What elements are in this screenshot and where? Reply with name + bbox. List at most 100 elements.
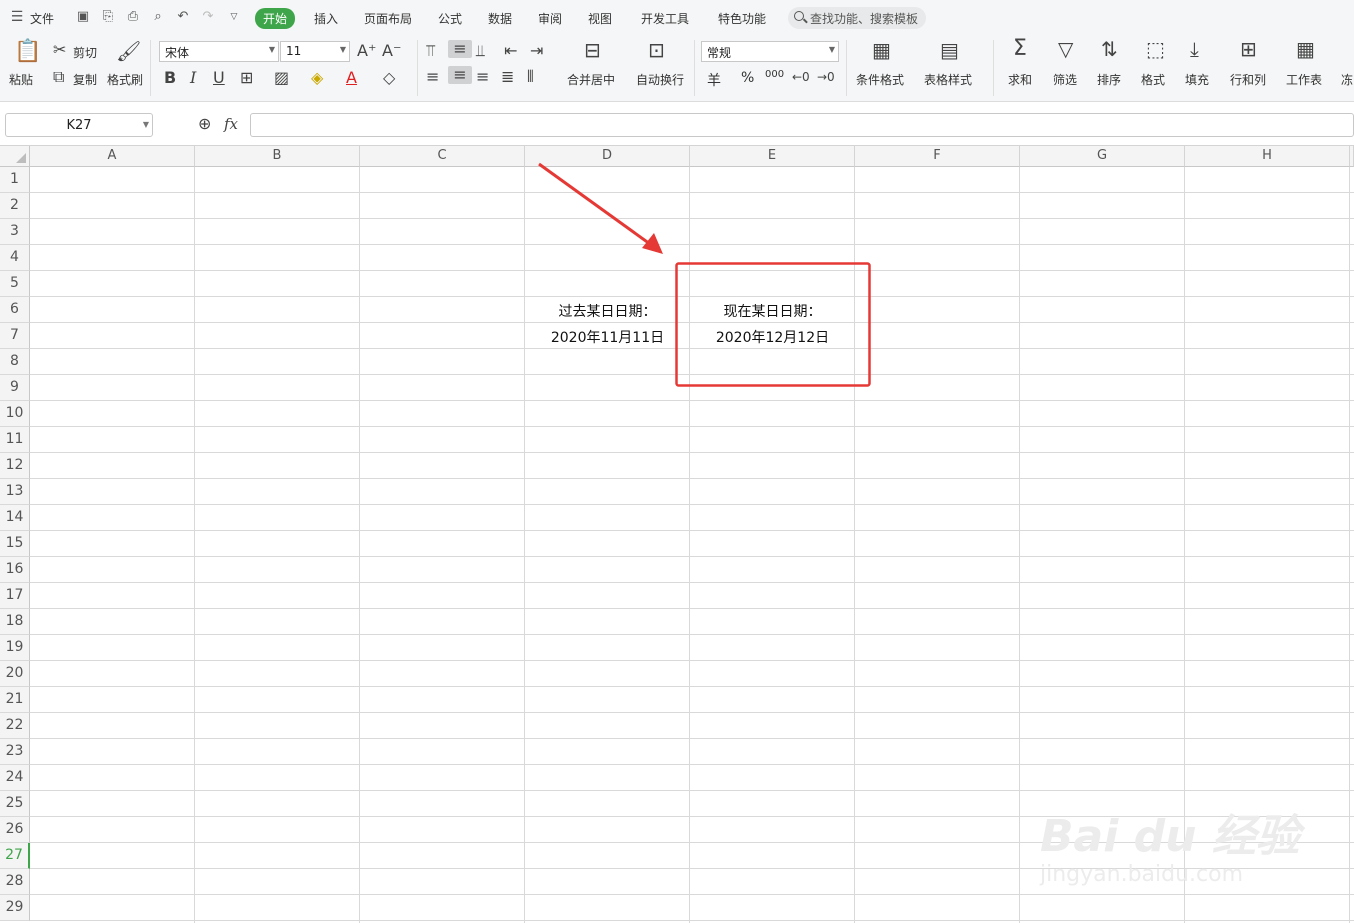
- increase-decimal-icon[interactable]: ←0: [792, 68, 810, 86]
- row-header-18[interactable]: 18: [0, 609, 30, 635]
- tab-formulas[interactable]: 公式: [438, 10, 462, 27]
- row-header-10[interactable]: 10: [0, 401, 30, 427]
- tab-data[interactable]: 数据: [488, 10, 512, 27]
- sum-icon[interactable]: Σ: [1013, 38, 1027, 60]
- conditional-format-button[interactable]: 条件格式: [856, 71, 904, 88]
- tab-review[interactable]: 审阅: [538, 10, 562, 27]
- format-button[interactable]: 格式: [1141, 71, 1165, 88]
- file-menu[interactable]: 文件: [30, 10, 54, 27]
- row-header-8[interactable]: 8: [0, 349, 30, 375]
- row-header-5[interactable]: 5: [0, 271, 30, 297]
- align-bottom-icon[interactable]: ⫫: [476, 42, 485, 60]
- copy-button[interactable]: 复制: [73, 71, 97, 88]
- search-box[interactable]: 查找功能、搜索模板: [788, 7, 926, 29]
- align-top-icon[interactable]: ⫪: [426, 42, 435, 60]
- print-icon[interactable]: ⎙: [126, 10, 140, 24]
- paste-icon[interactable]: 📋: [14, 40, 41, 64]
- row-header-9[interactable]: 9: [0, 375, 30, 401]
- wrap-text-icon[interactable]: ⊡: [648, 40, 665, 60]
- align-middle-icon[interactable]: ≡: [448, 40, 472, 58]
- name-box[interactable]: K27 ▼: [5, 113, 153, 137]
- decrease-indent-icon[interactable]: ⇤: [504, 42, 517, 60]
- row-header-7[interactable]: 7: [0, 323, 30, 349]
- merge-center-icon[interactable]: ⊟: [584, 40, 601, 60]
- decrease-font-icon[interactable]: A⁻: [382, 42, 401, 60]
- format-icon[interactable]: ⬚: [1146, 39, 1165, 59]
- print-preview-icon[interactable]: ⌕: [151, 10, 165, 24]
- customize-chevron-icon[interactable]: ▽: [227, 10, 241, 24]
- sort-icon[interactable]: ⇅: [1101, 39, 1118, 59]
- row-header-13[interactable]: 13: [0, 479, 30, 505]
- row-col-button[interactable]: 行和列: [1230, 71, 1266, 88]
- distributed-icon[interactable]: ⫴: [527, 68, 534, 86]
- worksheet-button[interactable]: 工作表: [1286, 71, 1322, 88]
- scissors-icon[interactable]: ✂: [53, 41, 66, 59]
- underline-button[interactable]: U: [213, 69, 225, 87]
- number-format-select[interactable]: 常规 ▼: [701, 41, 839, 62]
- tab-insert[interactable]: 插入: [314, 10, 338, 27]
- table-style-icon[interactable]: ▤: [940, 40, 959, 60]
- column-header-G[interactable]: G: [1020, 146, 1185, 167]
- row-header-3[interactable]: 3: [0, 219, 30, 245]
- column-header-B[interactable]: B: [195, 146, 360, 167]
- row-header-15[interactable]: 15: [0, 531, 30, 557]
- wrap-text-button[interactable]: 自动换行: [636, 71, 684, 88]
- row-header-12[interactable]: 12: [0, 453, 30, 479]
- currency-button[interactable]: 羊: [707, 70, 721, 90]
- tab-home[interactable]: 开始: [255, 8, 296, 29]
- align-center-icon[interactable]: ≡: [448, 66, 472, 84]
- row-header-26[interactable]: 26: [0, 817, 30, 843]
- column-header-H[interactable]: H: [1185, 146, 1350, 167]
- align-right-icon[interactable]: ≡: [476, 68, 489, 86]
- row-header-4[interactable]: 4: [0, 245, 30, 271]
- row-header-11[interactable]: 11: [0, 427, 30, 453]
- row-header-6[interactable]: 6: [0, 297, 30, 323]
- cut-button[interactable]: 剪切: [73, 44, 97, 61]
- export-icon[interactable]: ⎘: [101, 10, 115, 24]
- justify-icon[interactable]: ≣: [501, 68, 514, 86]
- row-header-21[interactable]: 21: [0, 687, 30, 713]
- undo-icon[interactable]: ↶: [176, 10, 190, 24]
- zoom-icon[interactable]: ⊕: [198, 115, 211, 133]
- copy-icon[interactable]: ⧉: [53, 68, 64, 86]
- sum-button[interactable]: 求和: [1008, 71, 1032, 88]
- font-size-select[interactable]: 11 ▼: [280, 41, 350, 62]
- filter-icon[interactable]: ▽: [1058, 39, 1073, 59]
- formula-input[interactable]: [250, 113, 1354, 137]
- row-header-22[interactable]: 22: [0, 713, 30, 739]
- fill-button[interactable]: 填充: [1185, 71, 1209, 88]
- worksheet-icon[interactable]: ▦: [1296, 39, 1315, 59]
- row-header-23[interactable]: 23: [0, 739, 30, 765]
- hamburger-menu-icon[interactable]: ☰: [10, 10, 24, 24]
- select-all-corner[interactable]: [0, 146, 30, 167]
- table-style-button[interactable]: 表格样式: [924, 71, 972, 88]
- row-header-28[interactable]: 28: [0, 869, 30, 895]
- decrease-decimal-icon[interactable]: →0: [817, 68, 835, 86]
- row-header-17[interactable]: 17: [0, 583, 30, 609]
- cell-style-icon[interactable]: ▨: [274, 69, 289, 87]
- font-color-icon[interactable]: A: [346, 69, 357, 87]
- cell-E7[interactable]: 2020年12月12日: [690, 323, 855, 349]
- merge-center-button[interactable]: 合并居中: [567, 71, 615, 88]
- cell-D7[interactable]: 2020年11月11日: [525, 323, 690, 349]
- cell-E6[interactable]: 现在某日日期：: [690, 297, 855, 323]
- column-header-E[interactable]: E: [690, 146, 855, 167]
- row-header-16[interactable]: 16: [0, 557, 30, 583]
- row-header-20[interactable]: 20: [0, 661, 30, 687]
- paste-button[interactable]: 粘贴: [9, 71, 33, 88]
- clear-format-icon[interactable]: ◇: [383, 69, 395, 87]
- fill-color-icon[interactable]: ◈: [311, 69, 323, 87]
- format-painter-button[interactable]: 格式刷: [107, 71, 143, 88]
- sort-button[interactable]: 排序: [1097, 71, 1121, 88]
- fill-icon[interactable]: ⤓: [1190, 39, 1199, 59]
- row-header-19[interactable]: 19: [0, 635, 30, 661]
- increase-font-icon[interactable]: A⁺: [357, 42, 376, 60]
- row-header-29[interactable]: 29: [0, 895, 30, 921]
- column-header-A[interactable]: A: [30, 146, 195, 167]
- format-painter-icon[interactable]: 🖌: [116, 40, 141, 62]
- filter-button[interactable]: 筛选: [1053, 71, 1077, 88]
- fx-button[interactable]: fx: [224, 115, 238, 133]
- align-left-icon[interactable]: ≡: [426, 68, 439, 86]
- freeze-button[interactable]: 冻: [1341, 71, 1353, 88]
- column-header-D[interactable]: D: [525, 146, 690, 167]
